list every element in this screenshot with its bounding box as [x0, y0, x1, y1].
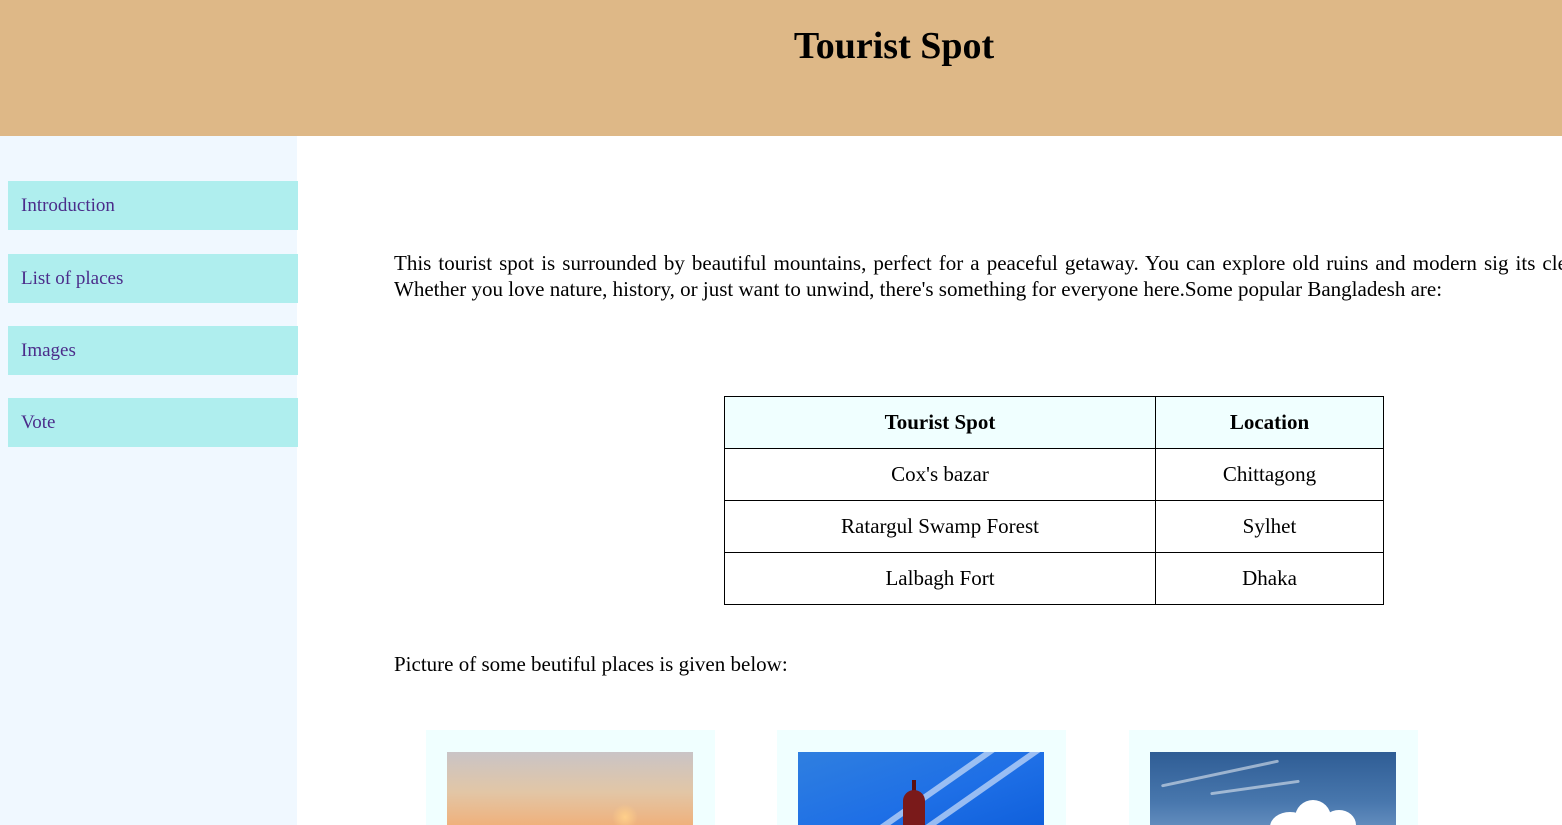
column-header-tourist-spot: Tourist Spot	[724, 396, 1156, 449]
sidebar-item-vote[interactable]: Vote	[8, 398, 298, 447]
table-cell-location: Chittagong	[1155, 448, 1384, 501]
sky-photo	[1150, 752, 1396, 825]
page-header: Tourist Spot	[0, 0, 1562, 136]
sidebar-item-images[interactable]: Images	[8, 326, 298, 375]
intro-paragraph: This tourist spot is surrounded by beaut…	[394, 251, 1562, 301]
table-row: Lalbagh Fort Dhaka	[724, 552, 1384, 605]
table-cell-spot: Lalbagh Fort	[724, 552, 1156, 605]
sidebar: Introduction List of places Images Vote	[0, 136, 298, 825]
tower-dome	[903, 790, 925, 825]
table-cell-spot: Cox's bazar	[724, 448, 1156, 501]
places-table: Tourist Spot Location Cox's bazar Chitta…	[724, 396, 1384, 605]
table-cell-location: Sylhet	[1155, 500, 1384, 553]
column-header-location: Location	[1155, 396, 1384, 449]
sidebar-item-introduction[interactable]: Introduction	[8, 181, 298, 230]
table-row: Cox's bazar Chittagong	[724, 448, 1384, 501]
table-row: Ratargul Swamp Forest Sylhet	[724, 500, 1384, 553]
table-cell-location: Dhaka	[1155, 552, 1384, 605]
tower-photo	[798, 752, 1044, 825]
image-card	[426, 730, 715, 825]
sidebar-item-list-of-places[interactable]: List of places	[8, 254, 298, 303]
table-header-row: Tourist Spot Location	[724, 396, 1384, 449]
cloud-wisp	[1210, 779, 1300, 796]
sunset-photo	[447, 752, 693, 825]
image-card	[1129, 730, 1418, 825]
table-cell-spot: Ratargul Swamp Forest	[724, 500, 1156, 553]
main-content: This tourist spot is surrounded by beaut…	[297, 136, 1562, 825]
page-title: Tourist Spot	[793, 25, 995, 67]
cloud-wisp	[1160, 759, 1280, 788]
images-caption: Picture of some beutiful places is given…	[394, 652, 788, 676]
image-card	[777, 730, 1066, 825]
sun-glow	[612, 804, 638, 825]
